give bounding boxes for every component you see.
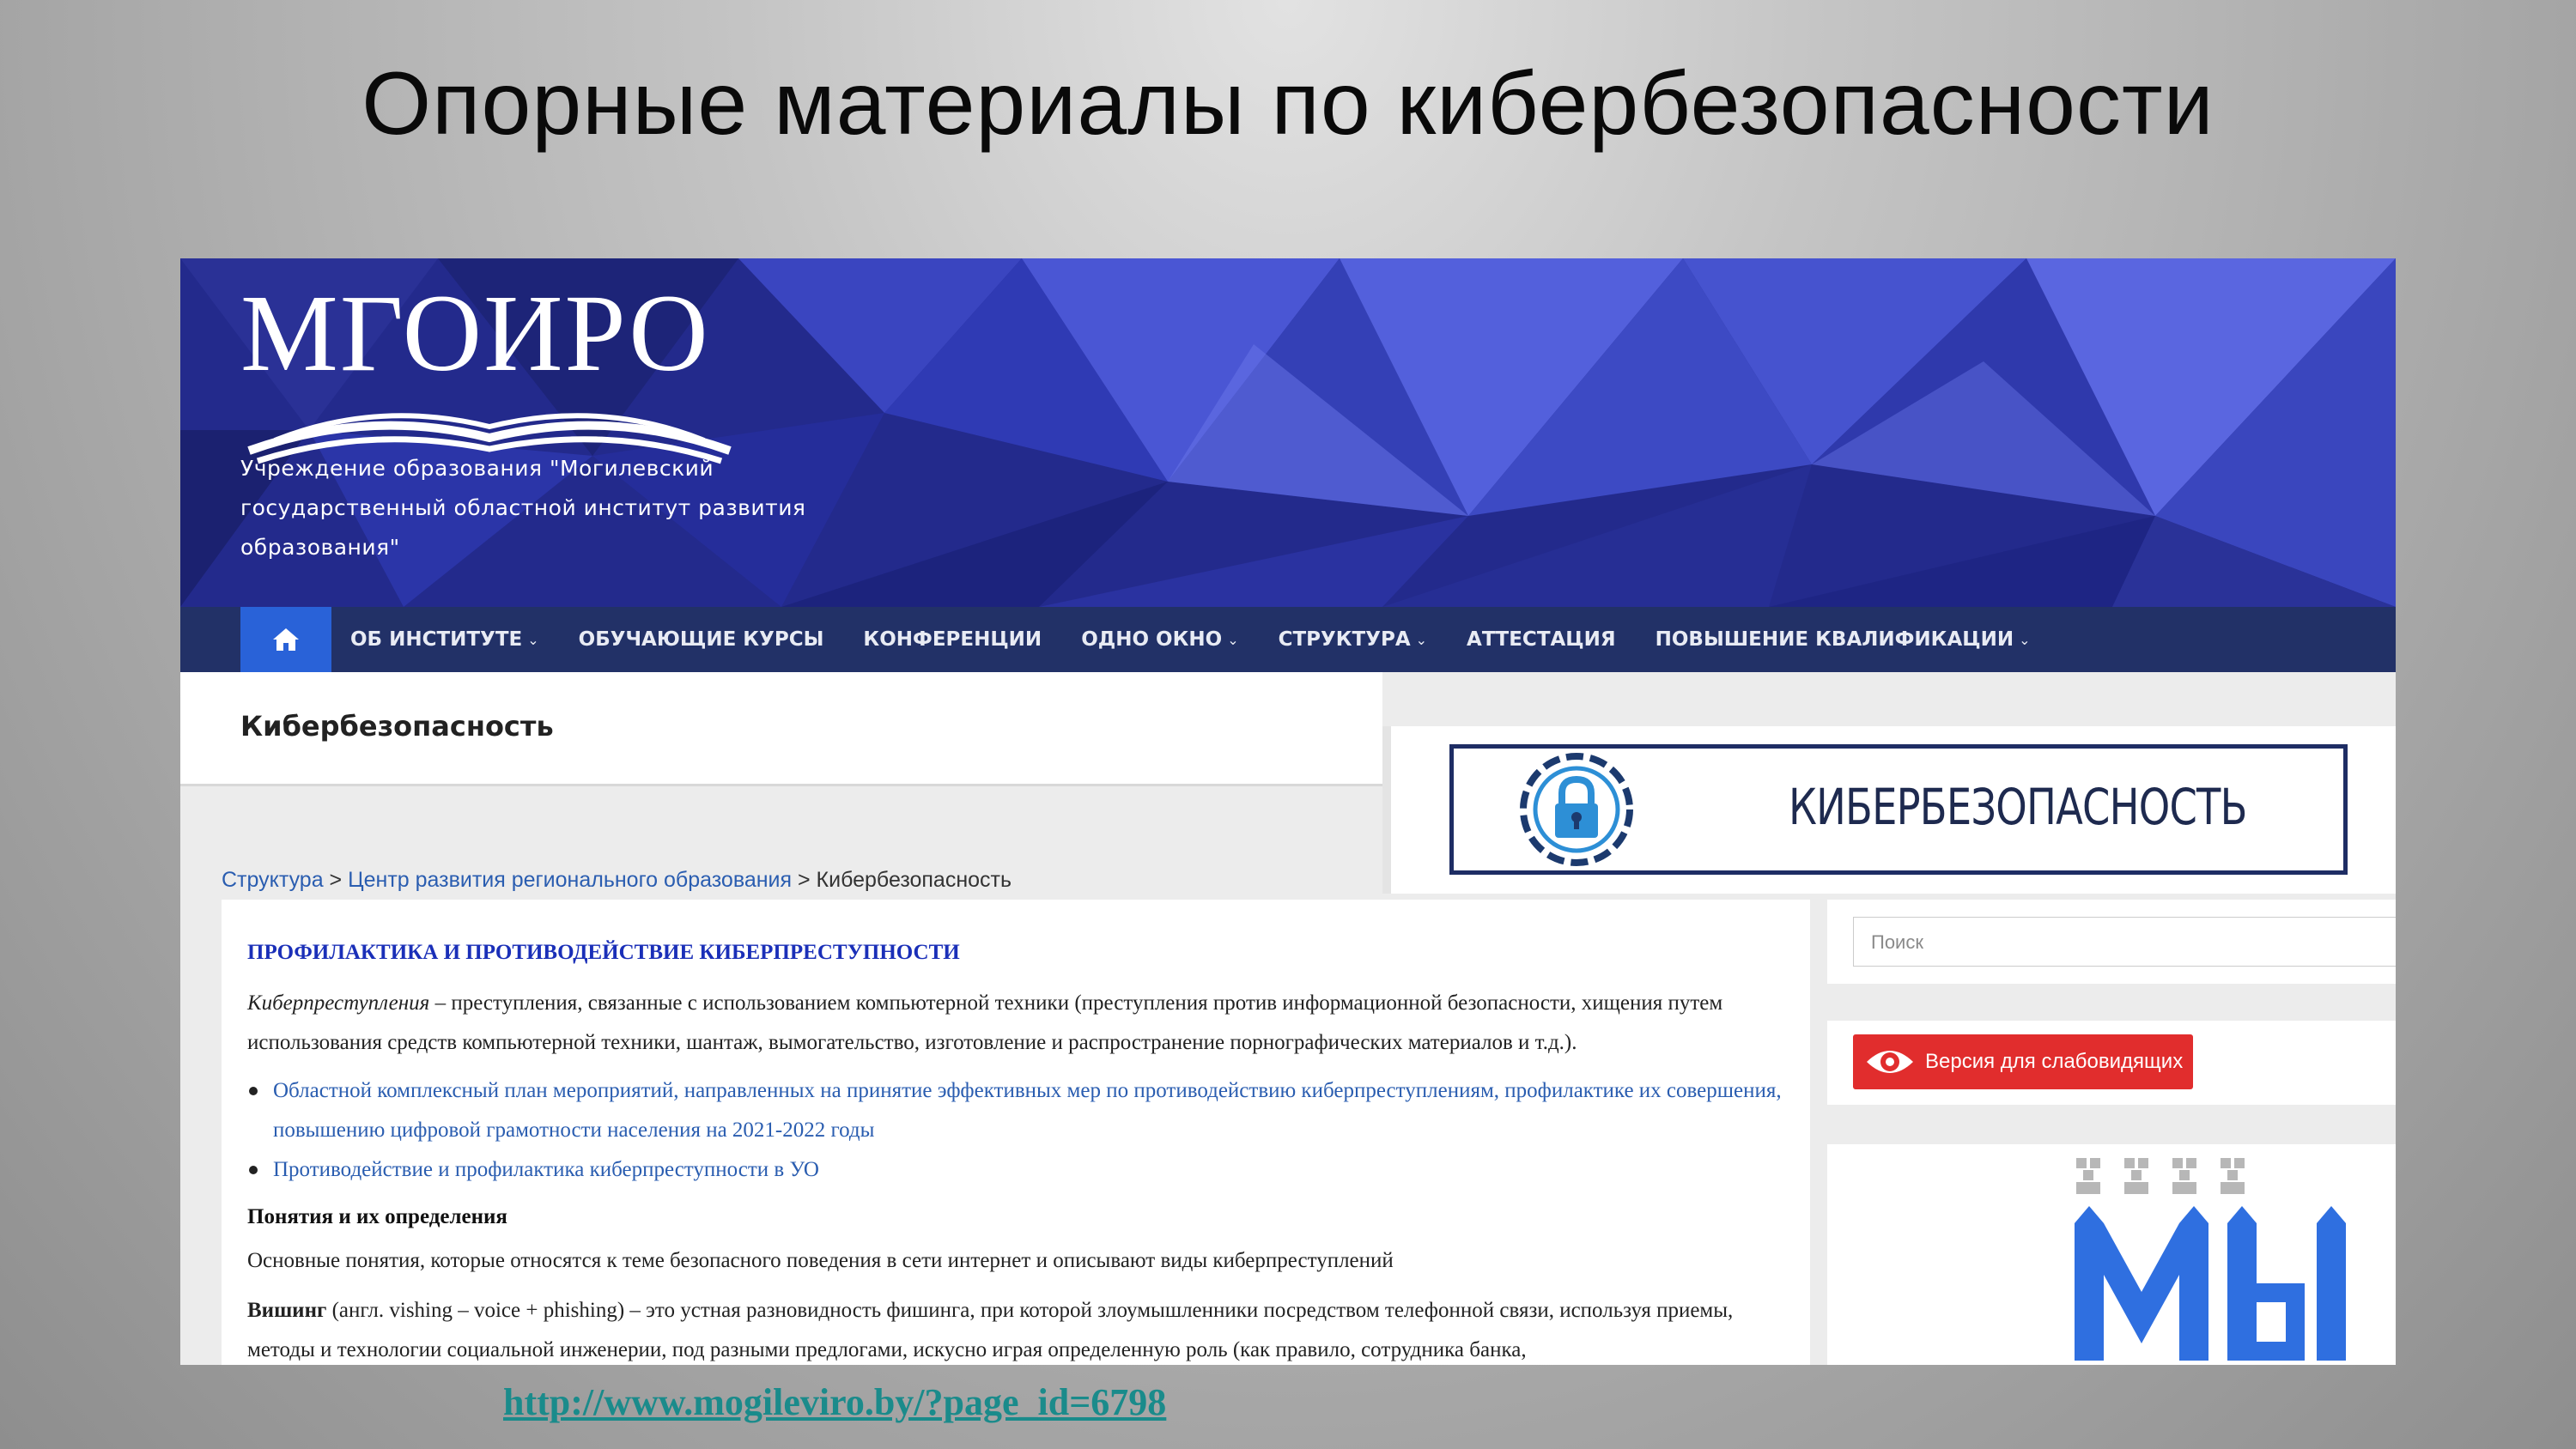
nav-item-2[interactable]: ОБУЧАЮЩИЕ КУРСЫ [579, 628, 824, 651]
sidebar-my-widget [1827, 1144, 2396, 1365]
nav-item-label: АТТЕСТАЦИЯ [1467, 628, 1616, 651]
cybersecurity-banner[interactable]: КИБЕРБЕЗОПАСНОСТЬ [1449, 744, 2348, 875]
vishing-text: (англ. vishing – voice + phishing) – это… [247, 1299, 1734, 1361]
website-screenshot: МГОИРО Учреждение образования "Могилевск… [180, 258, 2396, 1365]
nav-item-3[interactable]: КОНФЕРЕНЦИИ [863, 628, 1042, 651]
document-link[interactable]: Областной комплексный план мероприятий, … [249, 1071, 1784, 1150]
search-input[interactable]: Поиск [1853, 917, 2396, 967]
document-link[interactable]: Противодействие и профилактика киберпрес… [249, 1150, 1784, 1190]
accessibility-button[interactable]: Версия для слабовидящих [1853, 1034, 2193, 1089]
nav-item-label: ОБУЧАЮЩИЕ КУРСЫ [578, 628, 824, 651]
article-content: ПРОФИЛАКТИКА И ПРОТИВОДЕЙСТВИЕ КИБЕРПРЕС… [222, 900, 1810, 1365]
breadcrumb-center[interactable]: Центр развития регионального образования [348, 868, 792, 892]
nav-item-7[interactable]: ПОВЫШЕНИЕ КВАЛИФИКАЦИИ ⌄ [1656, 628, 2031, 651]
source-url-link[interactable]: http://www.mogileviro.by/?page_id=6798 [503, 1380, 1166, 1424]
site-header: МГОИРО Учреждение образования "Могилевск… [180, 258, 2396, 607]
home-icon [273, 628, 299, 651]
nav-item-label: КОНФЕРЕНЦИИ [863, 628, 1042, 651]
chevron-down-icon: ⌄ [527, 631, 539, 648]
eye-icon [1867, 1051, 1913, 1073]
nav-item-label: ПОВЫШЕНИЕ КВАЛИФИКАЦИИ [1655, 628, 2014, 651]
nav-item-label: ОБ ИНСТИТУТЕ [350, 628, 523, 651]
logo-text: МГОИРО [240, 272, 710, 394]
site-tagline: Учреждение образования "Могилевский госу… [240, 456, 806, 560]
site-logo[interactable]: МГОИРО [240, 272, 738, 464]
nav-item-label: ОДНО ОКНО [1081, 628, 1223, 651]
main-navigation: ОБ ИНСТИТУТЕ ⌄ ОБУЧАЮЩИЕ КУРСЫ КОНФЕРЕНЦИИ О… [180, 607, 2396, 672]
concepts-heading: Понятия и их определения [247, 1205, 507, 1228]
chevron-down-icon: ⌄ [2019, 631, 2031, 648]
padlock-icon [1520, 753, 1633, 866]
intro-text: – преступления, связанные с использовани… [247, 991, 1723, 1054]
breadcrumb-separator: > [323, 868, 349, 892]
nav-home-button[interactable] [240, 607, 331, 672]
nav-item-1[interactable]: ОБ ИНСТИТУТЕ ⌄ [350, 628, 539, 651]
we-logo-icon[interactable] [2059, 1155, 2385, 1361]
nav-items: ОБ ИНСТИТУТЕ ⌄ ОБУЧАЮЩИЕ КУРСЫ КОНФЕРЕНЦИИ О… [350, 607, 2070, 672]
sidebar-accessibility-widget: Версия для слабовидящих [1827, 1021, 2396, 1105]
chevron-down-icon: ⌄ [1227, 631, 1239, 648]
concepts-text: Основные понятия, которые относятся к те… [247, 1249, 1394, 1272]
banner-text: КИБЕРБЕЗОПАСНОСТЬ [1789, 778, 2247, 836]
document-links: Областной комплексный план мероприятий, … [249, 1071, 1784, 1190]
nav-item-label: СТРУКТУРА [1278, 628, 1411, 651]
intro-paragraph: Киберпреступления – преступления, связан… [247, 984, 1793, 1063]
nav-item-4[interactable]: ОДНО ОКНО ⌄ [1081, 628, 1238, 651]
breadcrumb-current: Кибербезопасность [816, 868, 1012, 892]
slide-title: Опорные материалы по кибербезопасности [361, 54, 2215, 154]
article-heading: ПРОФИЛАКТИКА И ПРОТИВОДЕЙСТВИЕ КИБЕРПРЕС… [247, 941, 960, 964]
intro-term: Киберпреступления [247, 991, 430, 1015]
nav-item-6[interactable]: АТТЕСТАЦИЯ [1467, 628, 1616, 651]
nav-item-5[interactable]: СТРУКТУРА ⌄ [1279, 628, 1427, 651]
page-title-bar: Кибербезопасность [180, 672, 1382, 786]
breadcrumb-structure[interactable]: Структура [222, 868, 324, 892]
sidebar-search-widget: Поиск [1827, 900, 2396, 984]
breadcrumb: Структура > Центр развития регионального… [222, 868, 1012, 893]
accessibility-button-label: Версия для слабовидящих [1925, 1050, 2184, 1073]
vishing-term: Вишинг [247, 1299, 327, 1322]
chevron-down-icon: ⌄ [1415, 631, 1428, 648]
page-title: Кибербезопасность [240, 710, 554, 743]
breadcrumb-separator: > [792, 868, 817, 892]
vishing-paragraph: Вишинг (англ. vishing – voice + phishing… [247, 1291, 1793, 1365]
